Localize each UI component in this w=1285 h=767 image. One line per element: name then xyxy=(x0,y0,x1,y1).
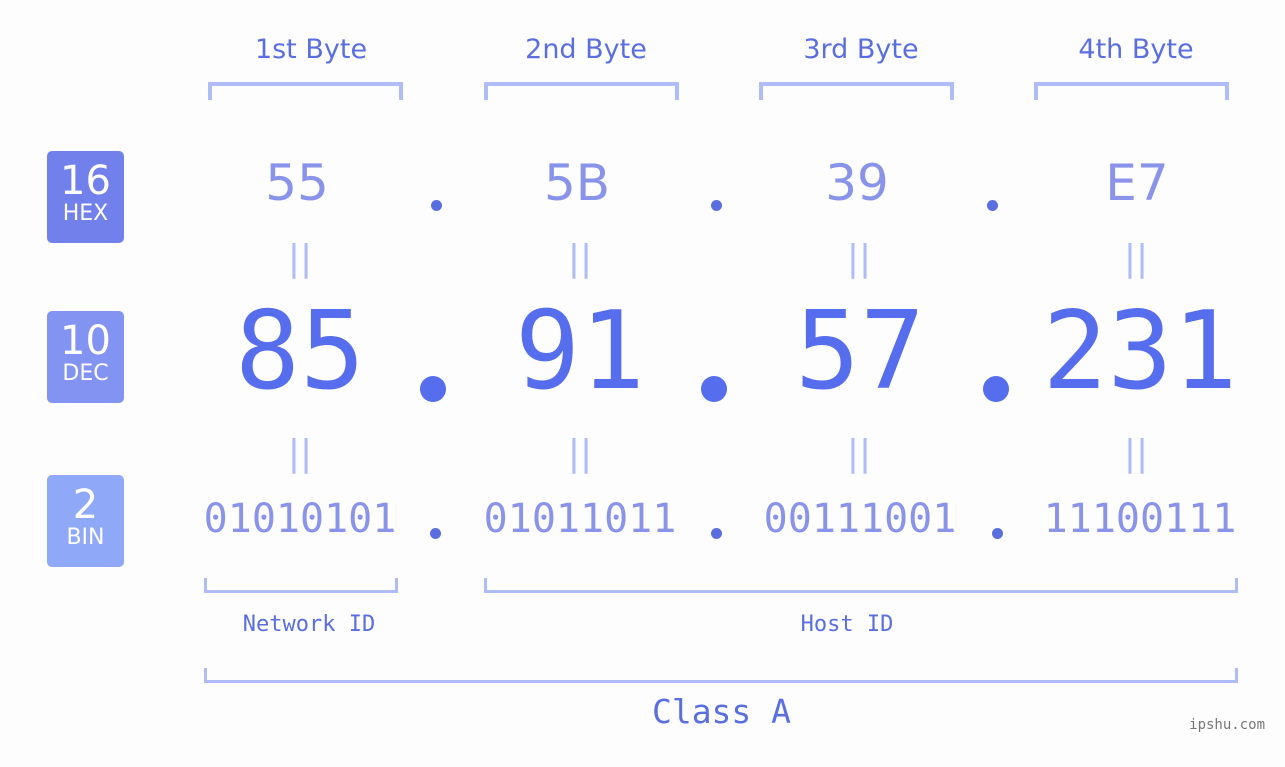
dec-byte-2: 91 xyxy=(514,289,646,414)
hex-badge: 16 HEX xyxy=(47,151,124,243)
hex-separator-dot xyxy=(711,200,722,211)
dec-badge-number: 10 xyxy=(60,318,111,364)
hex-byte-4: E7 xyxy=(1105,154,1169,212)
bin-separator-dot xyxy=(711,528,722,539)
equals-sign: || xyxy=(567,433,593,474)
watermark: ipshu.com xyxy=(1189,717,1265,733)
bin-separator-dot xyxy=(430,528,441,539)
byte-bracket-1 xyxy=(208,82,403,100)
equals-sign: || xyxy=(287,433,313,474)
bin-byte-2: 01011011 xyxy=(483,496,677,542)
hex-badge-label: HEX xyxy=(62,201,109,226)
dec-separator-dot xyxy=(983,376,1009,402)
hex-byte-2: 5B xyxy=(543,154,611,212)
bin-byte-3: 00111001 xyxy=(763,496,957,542)
equals-sign: || xyxy=(567,238,593,279)
class-label: Class A xyxy=(651,692,792,731)
equals-sign: || xyxy=(287,238,313,279)
bin-badge: 2 BIN xyxy=(47,475,124,567)
dec-badge-label: DEC xyxy=(62,361,109,386)
bin-byte-1: 01010101 xyxy=(203,496,397,542)
byte-bracket-4 xyxy=(1034,82,1229,100)
hex-byte-3: 39 xyxy=(825,154,889,212)
dec-byte-3: 57 xyxy=(794,289,926,414)
hex-separator-dot xyxy=(987,200,998,211)
dec-separator-dot xyxy=(420,376,446,402)
bin-byte-4: 11100111 xyxy=(1043,496,1237,542)
hex-separator-dot xyxy=(431,200,442,211)
equals-sign: || xyxy=(846,238,872,279)
dec-badge: 10 DEC xyxy=(47,311,124,403)
bin-separator-dot xyxy=(992,528,1003,539)
bin-badge-number: 2 xyxy=(72,482,99,528)
dec-separator-dot xyxy=(701,376,727,402)
host-id-bracket xyxy=(484,578,1238,593)
host-id-label: Host ID xyxy=(800,612,894,637)
byte-bracket-3 xyxy=(759,82,954,100)
network-id-bracket xyxy=(204,578,398,593)
byte-header-4: 4th Byte xyxy=(1078,34,1194,65)
hex-byte-1: 55 xyxy=(265,154,329,212)
equals-sign: || xyxy=(846,433,872,474)
dec-byte-4: 231 xyxy=(1042,289,1238,414)
bin-badge-label: BIN xyxy=(66,525,105,550)
hex-badge-number: 16 xyxy=(60,158,111,204)
byte-header-1: 1st Byte xyxy=(254,34,368,65)
byte-bracket-2 xyxy=(484,82,679,100)
byte-header-3: 3rd Byte xyxy=(803,34,919,65)
equals-sign: || xyxy=(1123,433,1149,474)
byte-header-2: 2nd Byte xyxy=(525,34,647,65)
equals-sign: || xyxy=(1123,238,1149,279)
dec-byte-1: 85 xyxy=(234,289,366,414)
network-id-label: Network ID xyxy=(242,612,376,637)
class-bracket xyxy=(204,668,1238,683)
